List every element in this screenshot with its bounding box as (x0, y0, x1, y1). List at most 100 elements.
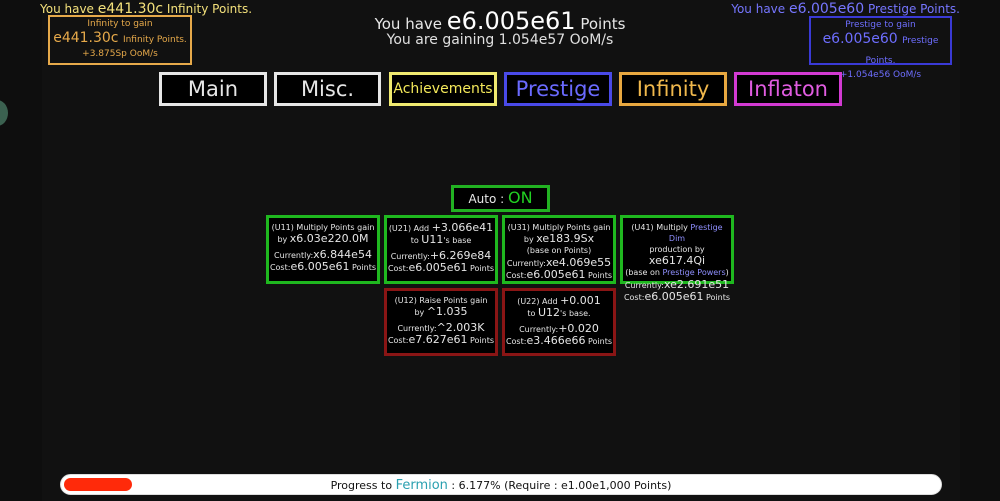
points-display: You have e6.005e61 Points (0, 7, 1000, 35)
upgrade-u11[interactable]: (U11) Multiply Points gain by x6.03e220.… (266, 215, 380, 284)
u21-id: (U21) (388, 224, 412, 233)
progress-text: Progress to Fermion : 6.177% (Require : … (61, 478, 941, 493)
u41-amount: xe617.4Qi (648, 254, 706, 267)
upgrade-u21[interactable]: (U21) Add +3.066e41 to U11's base Curren… (384, 215, 498, 284)
u11-cost-unit: Points (352, 263, 377, 272)
tab-inflaton[interactable]: Inflaton (734, 72, 842, 106)
points-suffix: Points (580, 15, 626, 33)
u41-note-highlight: Prestige Powers (662, 268, 726, 277)
u12-cost-row: Cost:e7.627e61 Points (387, 334, 495, 346)
points-prefix: You have (374, 15, 443, 33)
u31-note: (base on Points) (526, 246, 592, 255)
progress-label: Progress to (330, 479, 393, 492)
auto-state: ON (507, 188, 533, 207)
infinity-gain-rate: +3.875Sp (82, 49, 127, 59)
points-gain-rate: You are gaining 1.054e57 OoM/s (386, 32, 614, 48)
u31-cost-row: Cost:e6.005e61 Points (505, 269, 613, 281)
u21-cost-row: Cost:e6.005e61 Points (387, 262, 495, 274)
tab-misc[interactable]: Misc. (274, 72, 381, 106)
u21-cost-value: e6.005e61 (408, 261, 468, 274)
u12-cost-label: Cost: (387, 336, 409, 345)
tab-achievements[interactable]: Achievements (389, 72, 497, 106)
progress-require: (Require : e1.00e1,000 Points) (504, 479, 672, 492)
u22-suffix: 's base. (560, 309, 591, 318)
u21-target: U11 (421, 233, 444, 246)
u11-amount: x6.03e220.0M (289, 232, 369, 245)
u41-desc: Multiply (656, 223, 688, 232)
u12-current-label: Currently: (397, 324, 437, 333)
auto-label: Auto : (468, 192, 505, 206)
u21-cost-label: Cost: (387, 264, 409, 273)
u31-current-label: Currently: (506, 259, 546, 268)
u22-target: U12 (537, 306, 561, 319)
u22-cost-unit: Points (588, 337, 613, 346)
infinity-gain-rate-row: +3.875Sp OoM/s (50, 49, 190, 59)
u12-amount: ^1.035 (426, 305, 468, 318)
upgrade-u22[interactable]: (U22) Add +0.001 to U12's base. Currentl… (502, 288, 616, 356)
u31-desc: Multiply Points gain (532, 223, 611, 232)
u41-amount-row: production by xe617.4Qi (623, 244, 731, 267)
u41-desc-row: (U41) Multiply Prestige Dim (623, 222, 731, 244)
u22-id: (U22) (517, 297, 540, 306)
u11-cost-row: Cost:e6.005e61 Points (269, 261, 377, 273)
upgrade-u41[interactable]: (U41) Multiply Prestige Dim production b… (620, 215, 734, 302)
upgrade-u31[interactable]: (U31) Multiply Points gain by xe183.9Sx … (502, 215, 616, 284)
u21-add: Add (413, 224, 430, 233)
points-value: e6.005e61 (446, 7, 576, 35)
u41-cost-unit: Points (706, 293, 731, 302)
u21-suffix: 's base (443, 236, 472, 245)
fermion-progress-bar: Progress to Fermion : 6.177% (Require : … (60, 474, 942, 495)
u41-current-label: Currently: (624, 281, 664, 290)
u31-cost-label: Cost: (505, 271, 527, 280)
u41-note-post: ) (725, 268, 729, 277)
u22-to: to (527, 309, 536, 318)
upgrade-u12[interactable]: (U12) Raise Points gain by ^1.035 Curren… (384, 288, 498, 356)
side-toggle-circle[interactable] (0, 100, 8, 126)
u12-cost-unit: Points (470, 336, 495, 345)
u22-amount: +0.001 (560, 294, 601, 307)
u21-to: to (410, 236, 419, 245)
u11-by: by (277, 235, 288, 244)
u21-current-label: Currently: (390, 252, 430, 261)
u31-amount: xe183.9Sx (536, 232, 595, 245)
u31-by: by (523, 235, 534, 244)
u22-target-row: to U12's base. (505, 307, 613, 319)
u11-id: (U11) (271, 223, 294, 232)
tab-main[interactable]: Main (159, 72, 267, 106)
u41-note-row: (base on Prestige Powers) (623, 267, 731, 278)
progress-percent: : 6.177% (451, 479, 501, 492)
u12-amount-row: by ^1.035 (387, 306, 495, 318)
u41-desc2: production by (649, 245, 705, 254)
u11-current-label: Currently: (274, 251, 314, 260)
u12-desc: Raise Points gain (419, 296, 488, 305)
u41-id: (U41) (631, 223, 654, 232)
prestige-gain-rate: +1.054e56 (839, 70, 891, 80)
infinity-gain-rate-unit: OoM/s (129, 49, 158, 59)
right-margin (960, 0, 1000, 501)
tab-infinity[interactable]: Infinity (619, 72, 727, 106)
u22-cost-value: e3.466e66 (526, 334, 586, 347)
u12-cost-value: e7.627e61 (408, 333, 468, 346)
u11-desc: Multiply Points gain (296, 223, 375, 232)
u12-by: by (414, 308, 425, 317)
u12-id: (U12) (394, 296, 417, 305)
u41-cost-value: e6.005e61 (644, 290, 704, 303)
auto-toggle-button[interactable]: Auto : ON (451, 185, 550, 212)
tab-prestige[interactable]: Prestige (504, 72, 612, 106)
u22-current-label: Currently: (519, 325, 559, 334)
u11-amount-row: by x6.03e220.0M (269, 233, 377, 245)
u21-target-row: to U11's base (387, 234, 495, 246)
u31-cost-value: e6.005e61 (526, 268, 586, 281)
left-margin (0, 0, 42, 501)
progress-target: Fermion (395, 478, 448, 493)
u31-id: (U31) (507, 223, 530, 232)
u11-cost-label: Cost: (269, 263, 291, 272)
u21-cost-unit: Points (470, 264, 495, 273)
u22-cost-label: Cost: (505, 337, 527, 346)
u41-cost-row: Cost:e6.005e61 Points (623, 291, 731, 303)
u22-add: Add (542, 297, 558, 306)
u11-cost-value: e6.005e61 (290, 260, 350, 273)
u31-amount-row: by xe183.9Sx (505, 233, 613, 245)
u31-cost-unit: Points (588, 271, 613, 280)
prestige-gain-rate-unit: OoM/s (893, 70, 922, 80)
